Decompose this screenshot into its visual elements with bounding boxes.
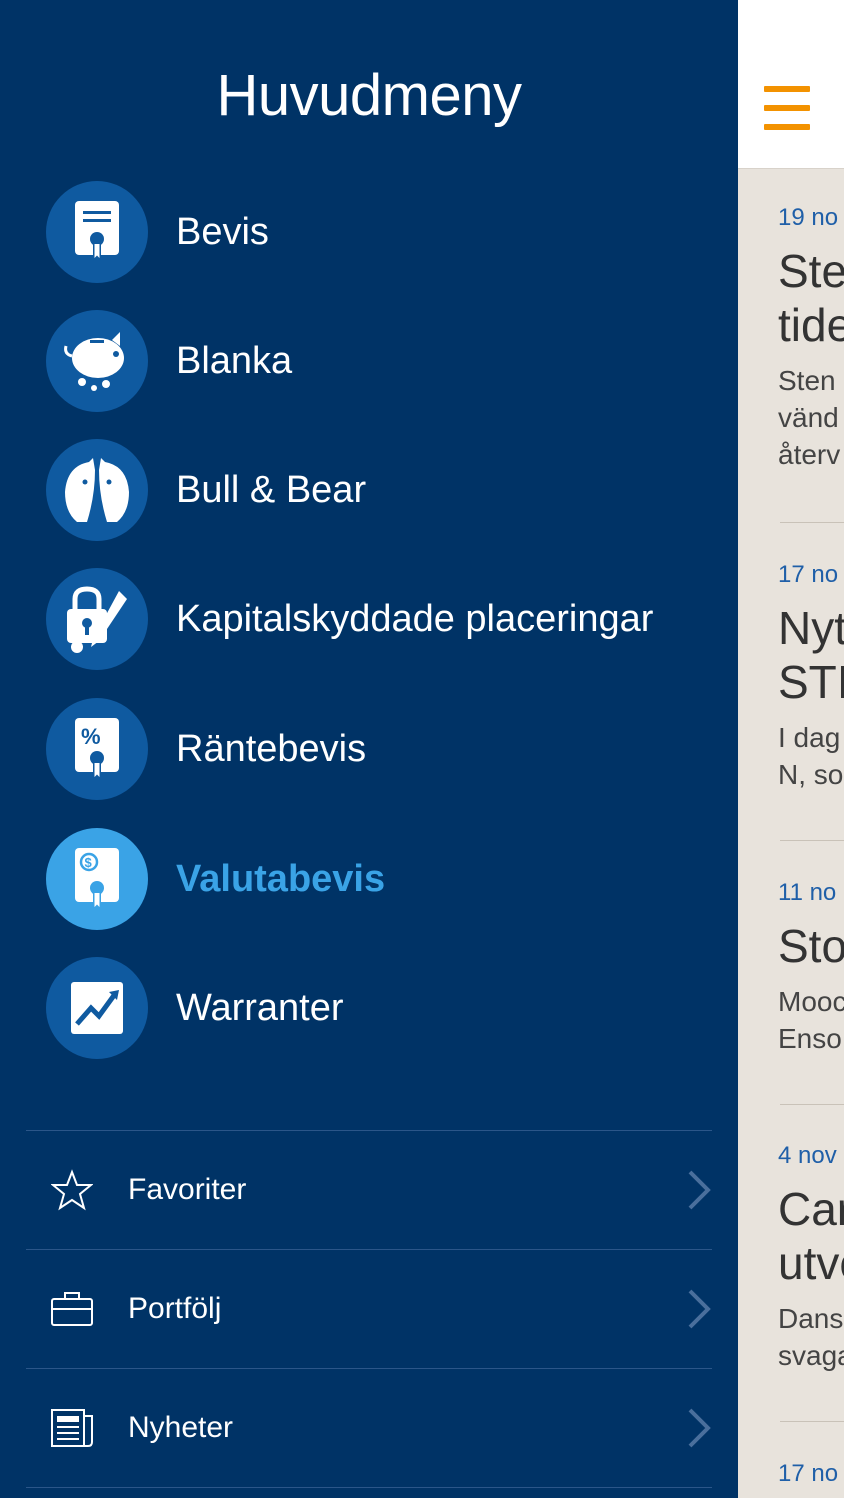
news-item[interactable]: 17 no Nyt STI I dag N, so: [778, 561, 844, 793]
menu-item-label: Valutabevis: [176, 857, 386, 900]
svg-text:%: %: [81, 724, 101, 749]
nav-item-portfolj[interactable]: Portfölj: [26, 1250, 712, 1368]
divider: [780, 1421, 844, 1422]
news-title: Sto: [778, 920, 844, 972]
nav-item-label: Portfölj: [128, 1292, 222, 1325]
news-item[interactable]: 17 no: [778, 1460, 844, 1488]
news-title: Nyt STI: [778, 602, 844, 708]
news-excerpt: I dag N, so: [778, 722, 844, 790]
bull-bear-icon: [46, 439, 148, 541]
menu-item-label: Warranter: [176, 986, 344, 1029]
menu-item-label: Blanka: [176, 339, 293, 382]
news-item[interactable]: 4 nov Carutve Danssvaga: [778, 1142, 844, 1374]
currency-certificate-icon: $: [46, 828, 148, 930]
news-excerpt: Sten vänd återv: [778, 365, 841, 470]
news-title: Ste tide: [778, 245, 844, 351]
nav-item-nyheter[interactable]: Nyheter: [26, 1369, 712, 1487]
news-date: 19 no: [778, 204, 839, 231]
chevron-right-icon: [688, 1170, 711, 1210]
main-menu-drawer: Huvudmeny Bevis Blanka Bull & Bear Kapit…: [0, 0, 738, 1498]
menu-item-warranter[interactable]: Warranter: [46, 956, 726, 1060]
divider: [26, 1487, 712, 1488]
news-item[interactable]: 19 no Ste tide Sten vänd återv: [778, 204, 844, 473]
star-icon: [48, 1166, 96, 1214]
nav-item-label: Nyheter: [128, 1411, 234, 1444]
menu-item-valutabevis[interactable]: $ Valutabevis: [46, 827, 726, 931]
news-item[interactable]: 11 no Sto Mooc Enso: [778, 879, 844, 1057]
newspaper-icon: [48, 1404, 96, 1452]
chart-icon: [46, 957, 148, 1059]
menu-item-label: Bull & Bear: [176, 468, 367, 511]
menu-item-rantebevis[interactable]: % Räntebevis: [46, 697, 726, 801]
news-content-panel[interactable]: 19 no Ste tide Sten vänd återv 17 no Nyt STI…: [738, 0, 844, 1498]
news-date: 17 no: [778, 1460, 839, 1487]
nav-item-label: Favoriter: [128, 1173, 247, 1206]
menu-item-bull-bear[interactable]: Bull & Bear: [46, 438, 726, 542]
news-title: Carutve: [778, 1183, 844, 1289]
divider: [780, 1104, 844, 1105]
menu-item-bevis[interactable]: Bevis: [46, 180, 726, 284]
menu-title: Huvudmeny: [216, 63, 522, 128]
svg-text:$: $: [85, 855, 93, 870]
news-date: 11 no: [778, 879, 837, 906]
divider: [780, 522, 844, 523]
menu-item-label: Kapitalskyddade placeringar: [176, 597, 654, 640]
news-date: 4 nov: [778, 1142, 837, 1169]
news-date: 17 no: [778, 561, 839, 588]
percent-certificate-icon: %: [46, 698, 148, 800]
menu-item-label: Bevis: [176, 210, 269, 253]
content-top-bar: [738, 0, 844, 169]
hamburger-menu-icon[interactable]: [764, 86, 810, 130]
chevron-right-icon: [688, 1408, 711, 1448]
news-excerpt: Danssvaga: [778, 1303, 844, 1371]
menu-item-kapitalskyddade[interactable]: Kapitalskyddade placeringar: [46, 567, 726, 671]
menu-item-label: Räntebevis: [176, 727, 367, 770]
briefcase-icon: [48, 1285, 96, 1333]
chevron-right-icon: [688, 1289, 711, 1329]
nav-item-favoriter[interactable]: Favoriter: [26, 1131, 712, 1249]
menu-item-blanka[interactable]: Blanka: [46, 309, 726, 413]
lock-key-icon: [46, 568, 148, 670]
news-excerpt: Mooc Enso: [778, 986, 844, 1054]
piggy-bank-icon: [46, 310, 148, 412]
divider: [780, 840, 844, 841]
certificate-icon: [46, 181, 148, 283]
